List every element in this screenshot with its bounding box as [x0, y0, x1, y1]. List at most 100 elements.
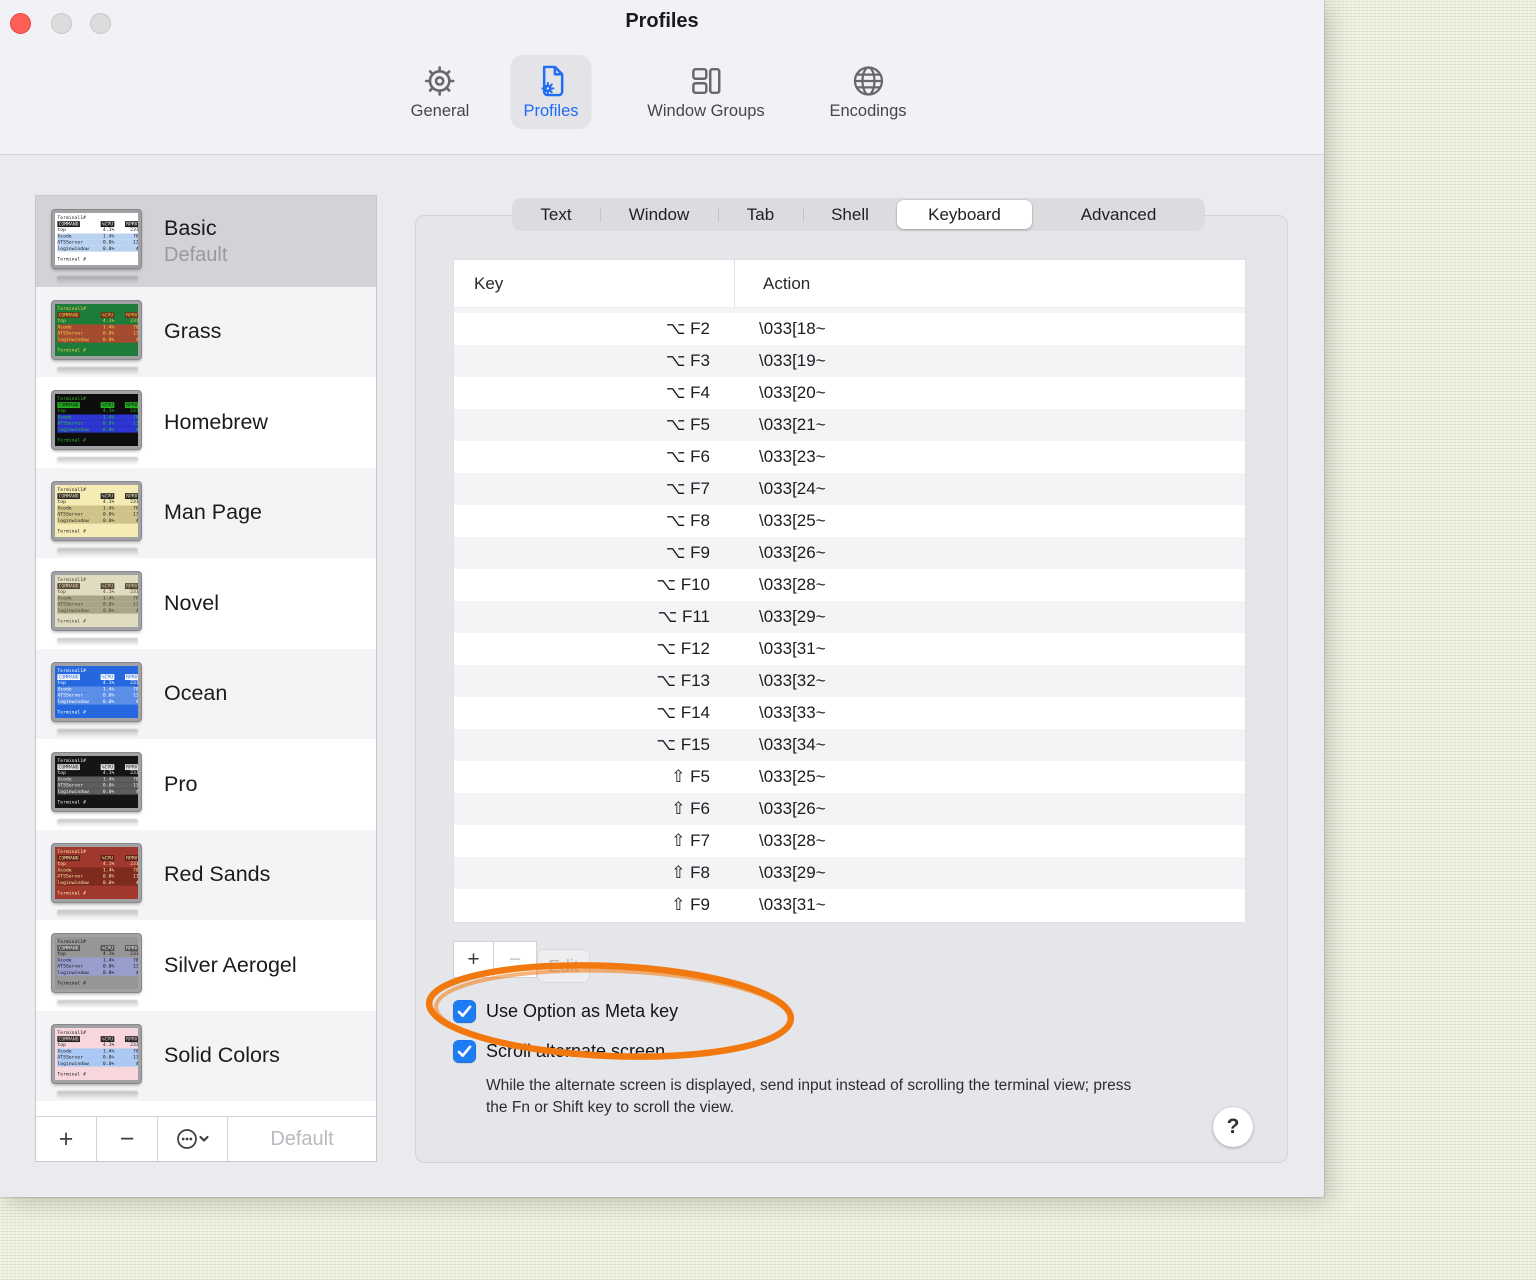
table-row[interactable]: ⌥ F8 \033[25~	[454, 505, 1245, 537]
profile-name: Pro	[164, 771, 198, 796]
key-cell: ⇧ F9	[671, 895, 710, 914]
add-key-button[interactable]: +	[453, 941, 494, 978]
table-row[interactable]: ⇧ F7 \033[28~	[454, 825, 1245, 857]
toolbar-label: General	[410, 102, 470, 120]
table-header: Key Action	[454, 260, 1245, 308]
table-row[interactable]: ⌥ F14 \033[33~	[454, 697, 1245, 729]
key-action-table: Key Action ⌥ F2 \033[18~ ⌥ F3 \033[19~ ⌥ F4 \…	[453, 259, 1246, 923]
remove-profile-button[interactable]: −	[97, 1117, 158, 1161]
profile-name: Grass	[164, 319, 222, 344]
profile-thumbnail: Terminal1# COMMAND %CPU RPRVT top 4.1% 231K Xco…	[52, 210, 156, 269]
profile-subtitle: Default	[164, 243, 228, 266]
action-cell: \033[31~	[759, 895, 826, 914]
table-row[interactable]: ⌥ F10 \033[28~	[454, 569, 1245, 601]
table-row[interactable]: ⌥ F7 \033[24~	[454, 473, 1245, 505]
profile-document-icon	[540, 65, 563, 97]
profile-thumbnail: Terminal1# COMMAND %CPU RPRVT top 4.1% 231K Xco…	[52, 572, 156, 631]
table-row[interactable]: ⌥ F15 \033[34~	[454, 729, 1245, 761]
tab-text[interactable]: Text	[512, 198, 600, 231]
key-cell: ⌥ F6	[665, 447, 710, 466]
window-chrome: Profiles General Profiles Window Groups …	[0, 0, 1324, 155]
action-cell: \033[25~	[759, 511, 826, 530]
table-row[interactable]: ⌥ F3 \033[19~	[454, 345, 1245, 377]
toolbar-item-encodings[interactable]: Encodings	[816, 55, 919, 129]
remove-key-button[interactable]: −	[493, 941, 537, 978]
help-button[interactable]: ?	[1213, 1107, 1253, 1147]
sidebar-footer: + − Default	[36, 1116, 376, 1161]
profile-thumbnail: Terminal1# COMMAND %CPU RPRVT top 4.1% 231K Xco…	[52, 843, 156, 902]
desktop-background: Profiles General Profiles Window Groups …	[0, 0, 1536, 1280]
action-column-header: Action	[734, 260, 1245, 307]
set-default-button[interactable]: Default	[228, 1117, 376, 1161]
tab-advanced[interactable]: Advanced	[1032, 198, 1205, 231]
tab-shell[interactable]: Shell	[802, 198, 897, 231]
toolbar-label: Window Groups	[647, 102, 765, 120]
key-action-table-body: ⌥ F2 \033[18~ ⌥ F3 \033[19~ ⌥ F4 \033[20~ ⌥ F5…	[454, 308, 1245, 921]
tab-tab[interactable]: Tab	[717, 198, 803, 231]
profile-sidebar: Terminal1# COMMAND %CPU RPRVT top 4.1% 231K Xco…	[35, 195, 377, 1162]
window-title: Profiles	[625, 10, 699, 32]
toolbar-item-profiles[interactable]: Profiles	[510, 55, 592, 129]
table-row[interactable]: ⌥ F4 \033[20~	[454, 377, 1245, 409]
checkbox-checked-icon	[453, 1040, 476, 1063]
profile-row-novel[interactable]: Terminal1# COMMAND %CPU RPRVT top 4.1% 231K Xco…	[36, 558, 376, 649]
profile-row-red-sands[interactable]: Terminal1# COMMAND %CPU RPRVT top 4.1% 231K Xco…	[36, 829, 376, 920]
table-row[interactable]: ⌥ F11 \033[29~	[454, 601, 1245, 633]
edit-key-button[interactable]: Edit	[537, 949, 590, 983]
profile-name: Basic	[164, 215, 217, 240]
key-cell: ⌥ F13	[656, 671, 710, 690]
profile-row-silver-aerogel[interactable]: Terminal1# COMMAND %CPU RPRVT top 4.1% 231K Xco…	[36, 920, 376, 1011]
checkbox-checked-icon	[453, 1000, 476, 1023]
profile-row-solid-colors[interactable]: Terminal1# COMMAND %CPU RPRVT top 4.1% 231K Xco…	[36, 1010, 376, 1101]
profile-thumbnail: Terminal1# COMMAND %CPU RPRVT top 4.1% 231K Xco…	[52, 753, 156, 812]
window-groups-icon	[691, 67, 721, 95]
table-row[interactable]: ⌥ F13 \033[32~	[454, 665, 1245, 697]
profile-row-man-page[interactable]: Terminal1# COMMAND %CPU RPRVT top 4.1% 231K Xco…	[36, 467, 376, 558]
key-cell: ⌥ F11	[657, 607, 710, 626]
add-profile-button[interactable]: +	[36, 1117, 97, 1161]
action-cell: \033[32~	[759, 671, 826, 690]
profile-row-pro[interactable]: Terminal1# COMMAND %CPU RPRVT top 4.1% 231K Xco…	[36, 739, 376, 830]
tab-window[interactable]: Window	[599, 198, 718, 231]
tab-keyboard[interactable]: Keyboard	[897, 200, 1032, 229]
key-cell: ⌥ F3	[665, 351, 710, 370]
key-cell: ⌥ F7	[665, 479, 710, 498]
action-cell: \033[21~	[759, 415, 826, 434]
profile-row-ocean[interactable]: Terminal1# COMMAND %CPU RPRVT top 4.1% 231K Xco…	[36, 648, 376, 739]
profile-row-grass[interactable]: Terminal1# COMMAND %CPU RPRVT top 4.1% 231K Xco…	[36, 286, 376, 377]
profile-name: Novel	[164, 590, 219, 615]
action-cell: \033[33~	[759, 703, 826, 722]
table-row[interactable]: ⇧ F9 \033[31~	[454, 889, 1245, 921]
table-row[interactable]: ⌥ F6 \033[23~	[454, 441, 1245, 473]
more-options-button[interactable]	[158, 1117, 228, 1161]
checkbox-label: Scroll alternate screen	[486, 1041, 666, 1061]
toolbar-label: Profiles	[523, 102, 579, 120]
table-row[interactable]: ⇧ F5 \033[25~	[454, 761, 1245, 793]
action-cell: \033[24~	[759, 479, 826, 498]
table-row[interactable]: ⌥ F2 \033[18~	[454, 313, 1245, 345]
key-cell: ⇧ F6	[671, 799, 710, 818]
action-cell: \033[34~	[759, 735, 826, 754]
key-cell: ⌥ F2	[665, 319, 710, 338]
profile-list: Terminal1# COMMAND %CPU RPRVT top 4.1% 231K Xco…	[36, 196, 376, 1101]
ellipsis-circle-chevron-icon	[176, 1129, 209, 1149]
action-cell: \033[19~	[759, 351, 826, 370]
action-cell: \033[26~	[759, 543, 826, 562]
toolbar-item-general[interactable]: General	[398, 55, 483, 129]
use-option-as-meta-key-checkbox[interactable]: Use Option as Meta key	[453, 1000, 678, 1023]
scroll-alternate-screen-checkbox[interactable]: Scroll alternate screen	[453, 1040, 665, 1063]
key-cell: ⌥ F15	[656, 735, 710, 754]
profile-name: Red Sands	[164, 862, 271, 887]
table-row[interactable]: ⌥ F9 \033[26~	[454, 537, 1245, 569]
action-cell: \033[23~	[759, 447, 826, 466]
profile-row-basic[interactable]: Terminal1# COMMAND %CPU RPRVT top 4.1% 231K Xco…	[36, 196, 376, 287]
profile-thumbnail: Terminal1# COMMAND %CPU RPRVT top 4.1% 231K Xco…	[52, 300, 156, 359]
table-row[interactable]: ⌥ F5 \033[21~	[454, 409, 1245, 441]
table-row[interactable]: ⇧ F6 \033[26~	[454, 793, 1245, 825]
table-row[interactable]: ⇧ F8 \033[29~	[454, 857, 1245, 889]
table-row[interactable]: ⌥ F12 \033[31~	[454, 633, 1245, 665]
toolbar-item-window-groups[interactable]: Window Groups	[634, 55, 777, 129]
profile-thumbnail: Terminal1# COMMAND %CPU RPRVT top 4.1% 231K Xco…	[52, 934, 156, 993]
profile-row-homebrew[interactable]: Terminal1# COMMAND %CPU RPRVT top 4.1% 231K Xco…	[36, 377, 376, 468]
action-cell: \033[25~	[759, 767, 826, 786]
